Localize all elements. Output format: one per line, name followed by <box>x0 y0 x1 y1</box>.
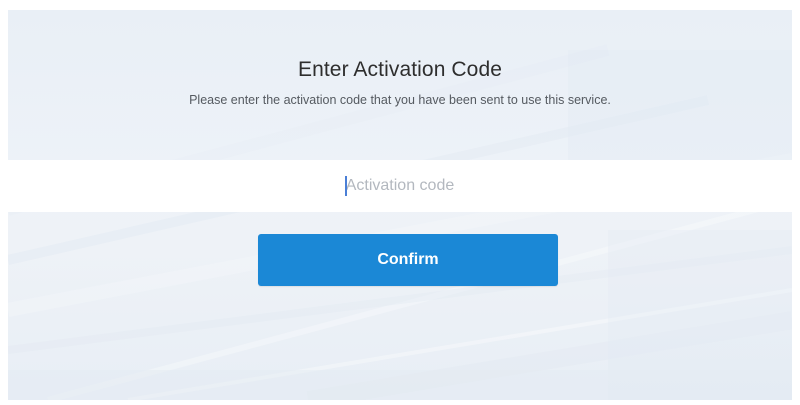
page-subtitle: Please enter the activation code that yo… <box>189 93 611 107</box>
header: Enter Activation Code Please enter the a… <box>8 10 792 160</box>
activation-input-band <box>8 160 792 212</box>
text-caret <box>345 176 347 196</box>
page-title: Enter Activation Code <box>297 58 503 81</box>
confirm-button[interactable]: Confirm <box>258 234 558 286</box>
activation-screen: Enter Activation Code Please enter the a… <box>8 10 792 400</box>
activation-code-input[interactable] <box>8 160 792 212</box>
